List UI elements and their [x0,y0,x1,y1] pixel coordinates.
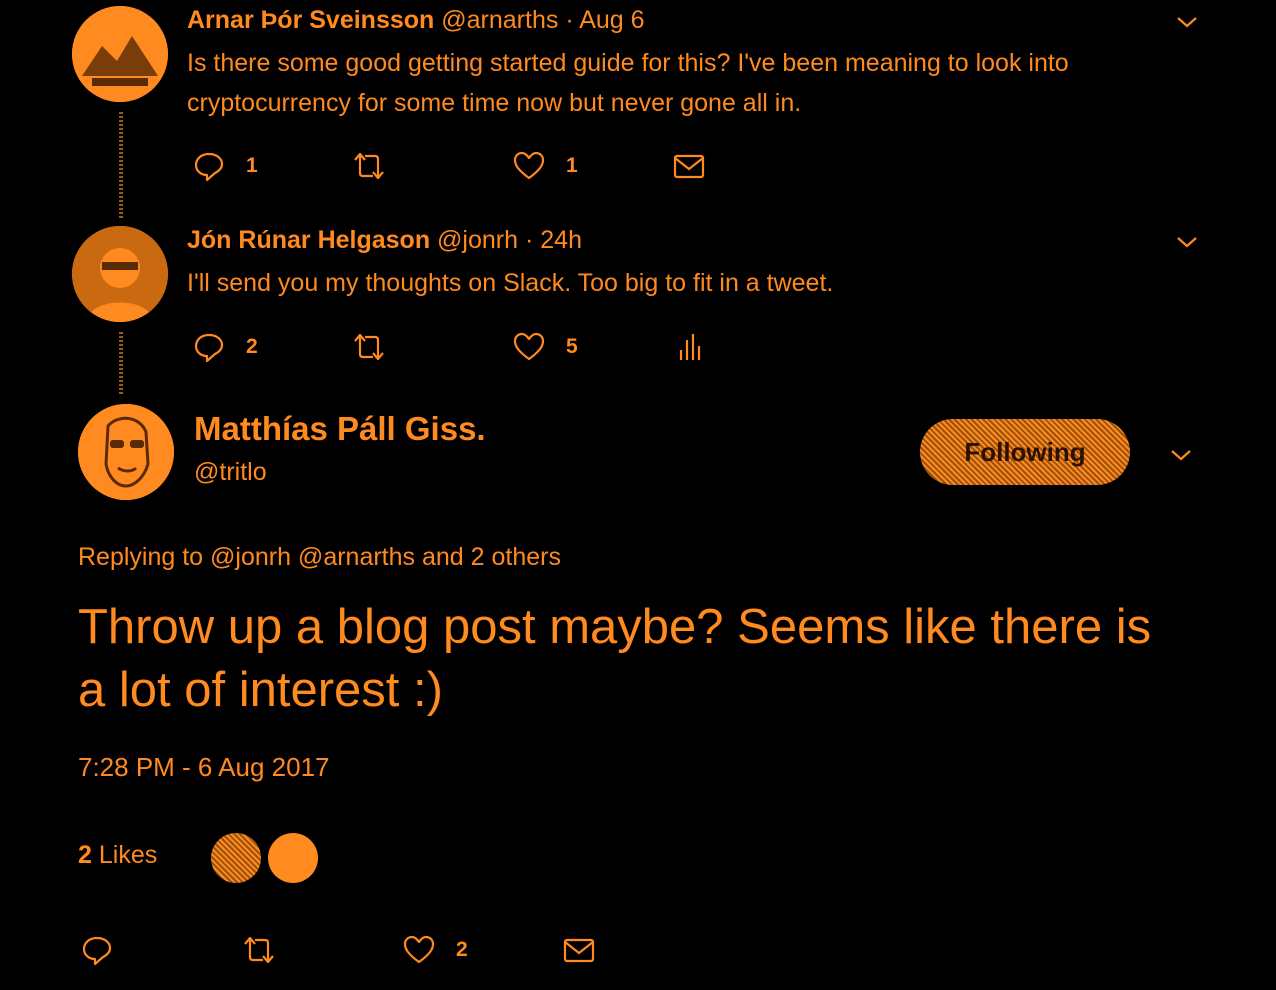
author-handle[interactable]: @tritlo [194,458,267,487]
likes-label: Likes [98,841,158,869]
tweet-text: Throw up a blog post maybe? Seems like t… [78,600,1152,717]
heart-icon [403,935,435,964]
chevron-down-icon[interactable] [1175,230,1199,254]
reply-button[interactable] [80,933,134,967]
author-handle[interactable]: @jonrh [437,226,518,254]
following-button[interactable]: Following [920,419,1130,485]
tweet-text: I'll send you my thoughts on Slack. Too … [187,269,834,297]
reply-count: 2 [246,335,258,358]
retweet-icon [354,152,384,180]
reply-button[interactable]: 2 [192,330,258,364]
author-name[interactable]: Arnar Þór Sveinsson [187,6,434,34]
retweet-button[interactable] [352,330,406,364]
tweet-time[interactable]: 24h [540,226,582,254]
analytics-button[interactable] [672,330,706,364]
avatar-image [78,404,174,500]
like-count: 2 [456,938,468,961]
reply-header: Arnar Þór Sveinsson @arnarths · Aug 6 [187,5,645,35]
retweet-icon [244,936,274,964]
direct-message-button[interactable] [672,149,706,183]
separator: · [524,226,534,254]
avatar-image [72,226,168,322]
reply-button[interactable]: 1 [192,149,258,183]
author-handle[interactable]: @arnarths [441,6,558,34]
avatar[interactable] [72,226,168,322]
retweet-icon [354,333,384,361]
author-name[interactable]: Matthías Páll Giss. [194,410,486,448]
retweet-button[interactable] [242,933,296,967]
heart-icon [513,332,545,361]
like-button[interactable]: 1 [512,149,578,183]
retweet-button[interactable] [352,149,406,183]
like-count: 5 [566,335,578,358]
reply-icon [194,333,224,363]
reply-count: 1 [246,154,258,177]
avatar-image [72,6,168,102]
liker-avatar[interactable] [268,833,318,883]
reply-icon [82,936,112,966]
reply-header: Jón Rúnar Helgason @jonrh · 24h [187,225,582,255]
thread-line [119,112,123,218]
mail-icon [673,154,705,179]
like-button[interactable]: 2 [402,933,468,967]
avatar[interactable] [72,6,168,102]
heart-icon [513,151,545,180]
liker-avatar[interactable] [211,833,261,883]
tweet-timestamp[interactable]: 7:28 PM - 6 Aug 2017 [78,752,330,783]
separator: · [565,6,574,34]
analytics-icon [679,334,701,360]
author-name[interactable]: Jón Rúnar Helgason [187,226,430,254]
likes-count: 2 [78,841,92,869]
like-button[interactable]: 5 [512,330,578,364]
tweet-text: Is there some good getting started guide… [187,49,1069,117]
mail-icon [563,938,595,963]
chevron-down-icon[interactable] [1175,10,1199,34]
direct-message-button[interactable] [562,933,596,967]
likes-link[interactable]: 2 Likes [78,841,157,870]
chevron-down-icon[interactable] [1169,443,1193,467]
avatar[interactable] [78,404,174,500]
thread-line [119,332,123,396]
reply-icon [194,152,224,182]
like-count: 1 [566,154,578,177]
replying-to[interactable]: Replying to @jonrh @arnarths and 2 other… [78,543,561,572]
tweet-time[interactable]: Aug 6 [579,6,644,34]
